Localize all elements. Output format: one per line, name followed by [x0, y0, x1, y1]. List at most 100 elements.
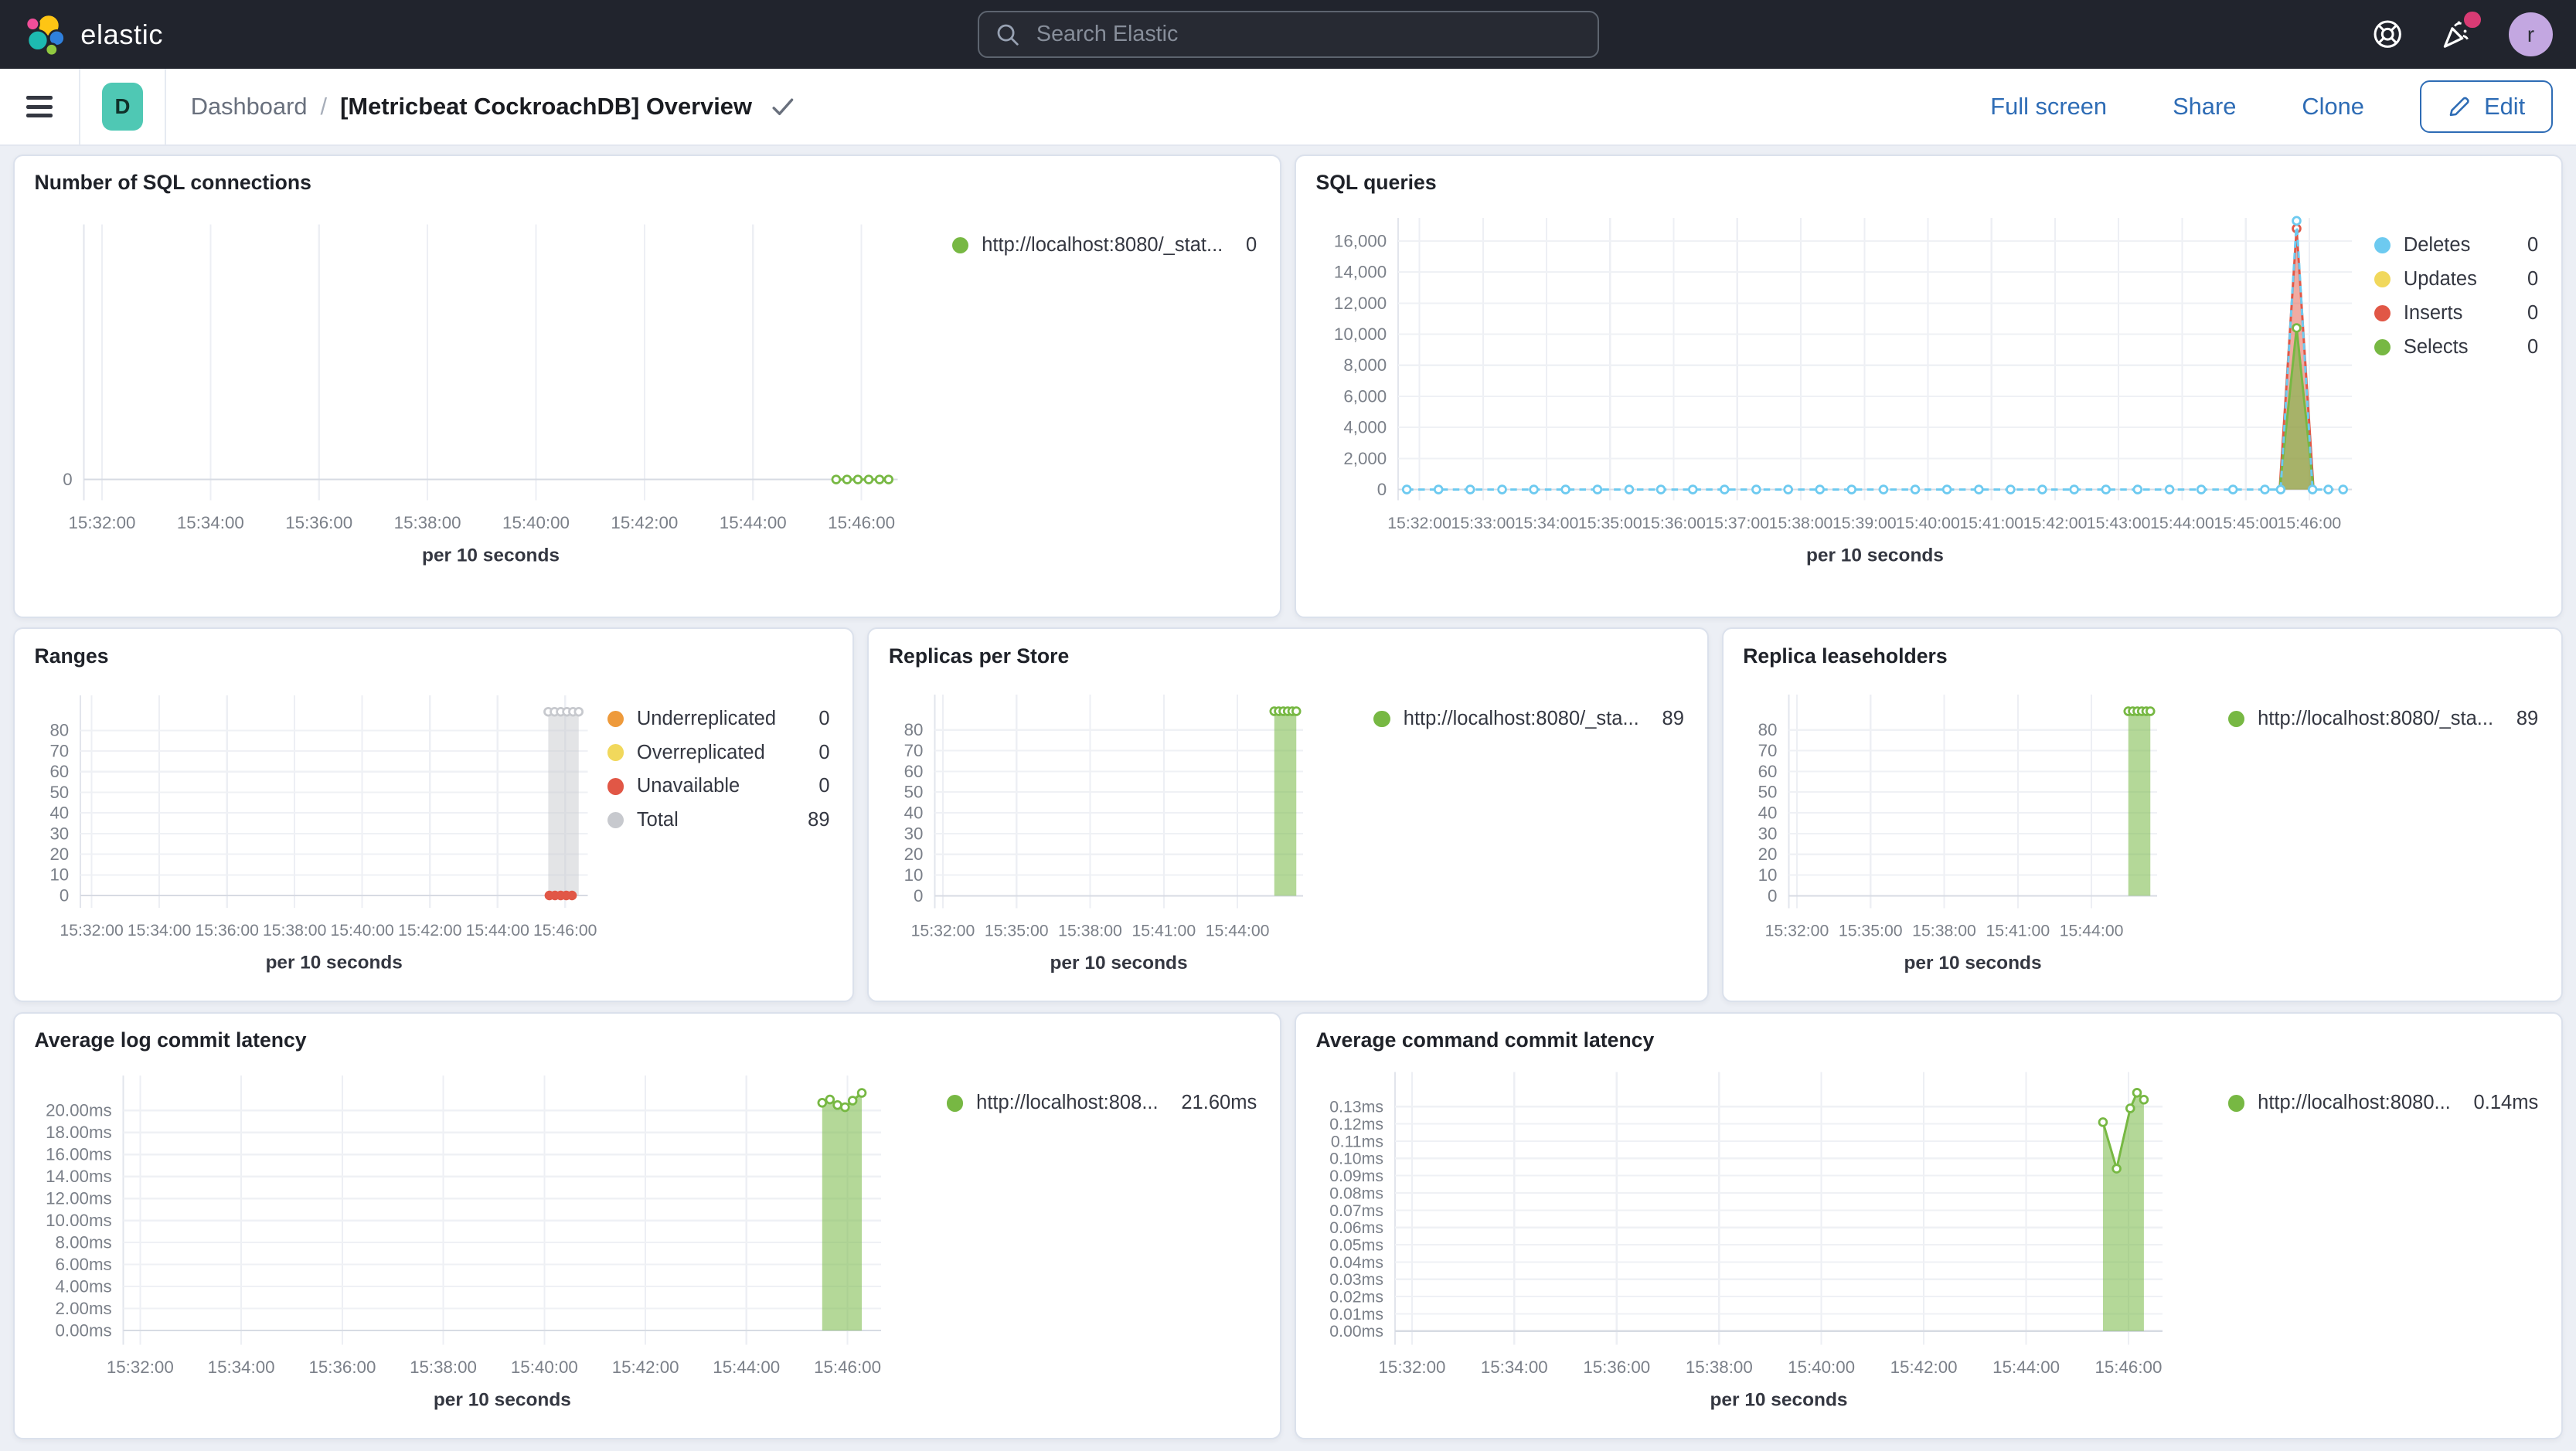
- svg-text:0.03ms: 0.03ms: [1329, 1271, 1383, 1290]
- svg-text:0.07ms: 0.07ms: [1329, 1201, 1383, 1220]
- legend-item[interactable]: Updates 0: [2374, 268, 2538, 291]
- kibana-dashboard-page: { "header": { "logo_text": "elastic", "s…: [0, 0, 2576, 1451]
- clone-button[interactable]: Clone: [2292, 91, 2374, 122]
- chart-replicas-per-store[interactable]: 0102030 40 50 6070 80 15:32:00 15:35:00 15:38:0…: [879, 668, 1319, 991]
- svg-text:80: 80: [904, 720, 924, 739]
- legend-series-value: 0.14ms: [2473, 1092, 2539, 1114]
- svg-text:0: 0: [914, 885, 923, 905]
- svg-text:15:43:00: 15:43:00: [2087, 514, 2151, 532]
- legend-series-dot-icon: [946, 1095, 964, 1112]
- legend-series-dot-icon: [2374, 236, 2391, 254]
- panel-title: Average command commit latency: [1315, 1028, 1655, 1052]
- news-feed-button[interactable]: [2440, 11, 2481, 51]
- legend-series-dot-icon: [2227, 710, 2245, 727]
- edit-button[interactable]: Edit: [2420, 80, 2554, 134]
- legend-series-label: http://localhost:8080/_sta...: [2258, 707, 2494, 729]
- menu-toggle-button[interactable]: [0, 69, 79, 144]
- elastic-logo[interactable]: elastic: [23, 13, 163, 56]
- legend-item[interactable]: Unavailable 0: [607, 775, 830, 797]
- svg-text:50: 50: [49, 782, 69, 801]
- legend-item[interactable]: http://localhost:808... 21.60ms: [946, 1092, 1257, 1114]
- legend-item[interactable]: http://localhost:8080... 0.14ms: [2227, 1092, 2539, 1114]
- legend-item[interactable]: http://localhost:8080/_sta... 89: [1373, 708, 1684, 730]
- legend-series-dot-icon: [1373, 710, 1390, 727]
- panel-average-command-commit-latency[interactable]: Average command commit latency 0.00ms 0.0…: [1295, 1012, 2563, 1440]
- panel-replicas-per-store[interactable]: Replicas per Store 0 10 20 30 40 50 60 70 80 15:3…: [867, 627, 1709, 1003]
- search-input[interactable]: [1033, 20, 1581, 49]
- toolbar-divider: [79, 69, 81, 145]
- svg-text:0.12ms: 0.12ms: [1329, 1115, 1383, 1133]
- svg-text:15:44:00: 15:44:00: [1992, 1358, 2060, 1377]
- svg-text:0.04ms: 0.04ms: [1329, 1253, 1383, 1272]
- legend-item[interactable]: http://localhost:8080/_stat... 0: [951, 234, 1257, 257]
- svg-text:15:39:00: 15:39:00: [1832, 514, 1897, 532]
- svg-text:8.00ms: 8.00ms: [55, 1233, 111, 1252]
- svg-text:70: 70: [904, 741, 924, 760]
- svg-text:40: 40: [49, 803, 69, 822]
- svg-text:15:46:00: 15:46:00: [533, 922, 597, 940]
- legend-series-dot-icon: [607, 744, 624, 761]
- legend-series-label: http://localhost:808...: [976, 1092, 1159, 1114]
- legend-series-label: Underreplicated: [636, 707, 777, 729]
- svg-text:0: 0: [63, 470, 72, 489]
- svg-text:15:41:00: 15:41:00: [1132, 921, 1196, 940]
- legend-item[interactable]: Deletes 0: [2374, 234, 2539, 257]
- legend-series-value: 0: [2527, 234, 2539, 257]
- svg-text:15:44:00: 15:44:00: [2060, 921, 2124, 940]
- svg-text:15:41:00: 15:41:00: [1959, 514, 2023, 532]
- legend-item[interactable]: Underreplicated 0: [607, 708, 830, 730]
- legend-item[interactable]: Inserts 0: [2374, 301, 2539, 325]
- svg-text:15:40:00: 15:40:00: [502, 513, 570, 532]
- help-button[interactable]: [2372, 19, 2403, 49]
- svg-text:15:34:00: 15:34:00: [207, 1358, 274, 1377]
- panel-average-log-commit-latency[interactable]: Average log commit latency 0.00ms 2.00ms 4…: [13, 1012, 1281, 1440]
- legend-series-dot-icon: [2374, 304, 2391, 321]
- svg-text:per 10 seconds: per 10 seconds: [1710, 1390, 1847, 1411]
- legend-item[interactable]: Overreplicated 0: [607, 742, 830, 764]
- full-screen-button[interactable]: Full screen: [1981, 91, 2117, 122]
- svg-text:15:46:00: 15:46:00: [814, 1358, 881, 1377]
- help-icon: [2374, 20, 2402, 49]
- dashboard-row: Average log commit latency 0.00ms 2.00ms 4…: [13, 1012, 2563, 1440]
- svg-text:15:42:00: 15:42:00: [1890, 1358, 1957, 1377]
- chart-ranges[interactable]: 0102030 40 5060 70 80 15:32:00 15:34:00 15:36:0…: [25, 668, 607, 991]
- panel-title: Number of SQL connections: [34, 171, 311, 195]
- legend-series-value: 0: [2527, 301, 2539, 324]
- panel-replica-leaseholders[interactable]: Replica leaseholders 0 10 20 30 40 50 60 70 80 15…: [1721, 627, 2563, 1003]
- svg-text:15:34:00: 15:34:00: [1514, 514, 1578, 532]
- global-search-bar[interactable]: [977, 10, 1599, 59]
- user-menu-button[interactable]: r: [2508, 12, 2554, 57]
- dashboard-row: Number of SQL connections 0 15:32:00 15:34…: [13, 154, 2563, 618]
- svg-text:10: 10: [904, 865, 924, 885]
- breadcrumb: Dashboard / [Metricbeat CockroachDB] Ove…: [191, 93, 795, 121]
- chart-number-of-sql-connections[interactable]: 0 15:32:00 15:34:00 15:36:00 15:38:00 15:40:0…: [25, 195, 920, 589]
- title-check-icon[interactable]: [771, 97, 795, 117]
- chart-sql-queries[interactable]: 0 2,000 4,000 6,000 8,000 10,000 12,000 14,000 1…: [1306, 195, 2371, 589]
- legend-series-dot-icon: [2374, 338, 2391, 355]
- legend-items: Deletes 0 Updates 0 Inserts 0 Selects 0: [2374, 234, 2539, 359]
- legend-item[interactable]: http://localhost:8080/_sta... 89: [2227, 707, 2538, 730]
- legend-series-dot-icon: [607, 778, 624, 795]
- svg-text:15:44:00: 15:44:00: [713, 1358, 780, 1377]
- legend-series-label: Unavailable: [636, 775, 740, 797]
- svg-text:4,000: 4,000: [1343, 418, 1387, 437]
- share-button[interactable]: Share: [2163, 91, 2246, 122]
- space-selector-badge[interactable]: D: [101, 83, 144, 131]
- legend-item[interactable]: Total 89: [607, 809, 830, 831]
- chart-average-command-commit-latency[interactable]: 0.00ms0.01ms0.02ms0.03ms0.04ms0.05ms0.06…: [1306, 1052, 2186, 1427]
- dashboard-grid: Number of SQL connections 0 15:32:00 15:34…: [0, 146, 2576, 1440]
- svg-text:20: 20: [904, 844, 924, 864]
- panel-number-of-sql-connections[interactable]: Number of SQL connections 0 15:32:00 15:34…: [13, 154, 1281, 618]
- panel-sql-queries[interactable]: SQL queries 0 2,000 4,000 6,000 8,000 10,000 1…: [1295, 154, 2563, 618]
- chart-average-log-commit-latency[interactable]: 0.00ms 2.00ms 4.00ms 6.00ms 8.00ms 10.00ms 12.…: [25, 1052, 904, 1427]
- svg-text:15:42:00: 15:42:00: [611, 1358, 679, 1377]
- breadcrumb-separator: /: [320, 93, 328, 121]
- svg-text:40: 40: [904, 803, 924, 822]
- legend-item[interactable]: Selects 0: [2374, 336, 2538, 359]
- legend-series-dot-icon: [607, 710, 624, 727]
- panel-ranges[interactable]: Ranges 0 10 20 30 40 50 60 70 80 15:32:00 15:34:00…: [13, 627, 855, 1003]
- breadcrumb-dashboard-link[interactable]: Dashboard: [191, 93, 308, 121]
- chart-replica-leaseholders[interactable]: 0102030 40 50 6070 80 15:32:00 15:35:00 15:38:0…: [1733, 668, 2173, 991]
- svg-text:15:36:00: 15:36:00: [195, 922, 258, 940]
- svg-text:14.00ms: 14.00ms: [46, 1167, 112, 1187]
